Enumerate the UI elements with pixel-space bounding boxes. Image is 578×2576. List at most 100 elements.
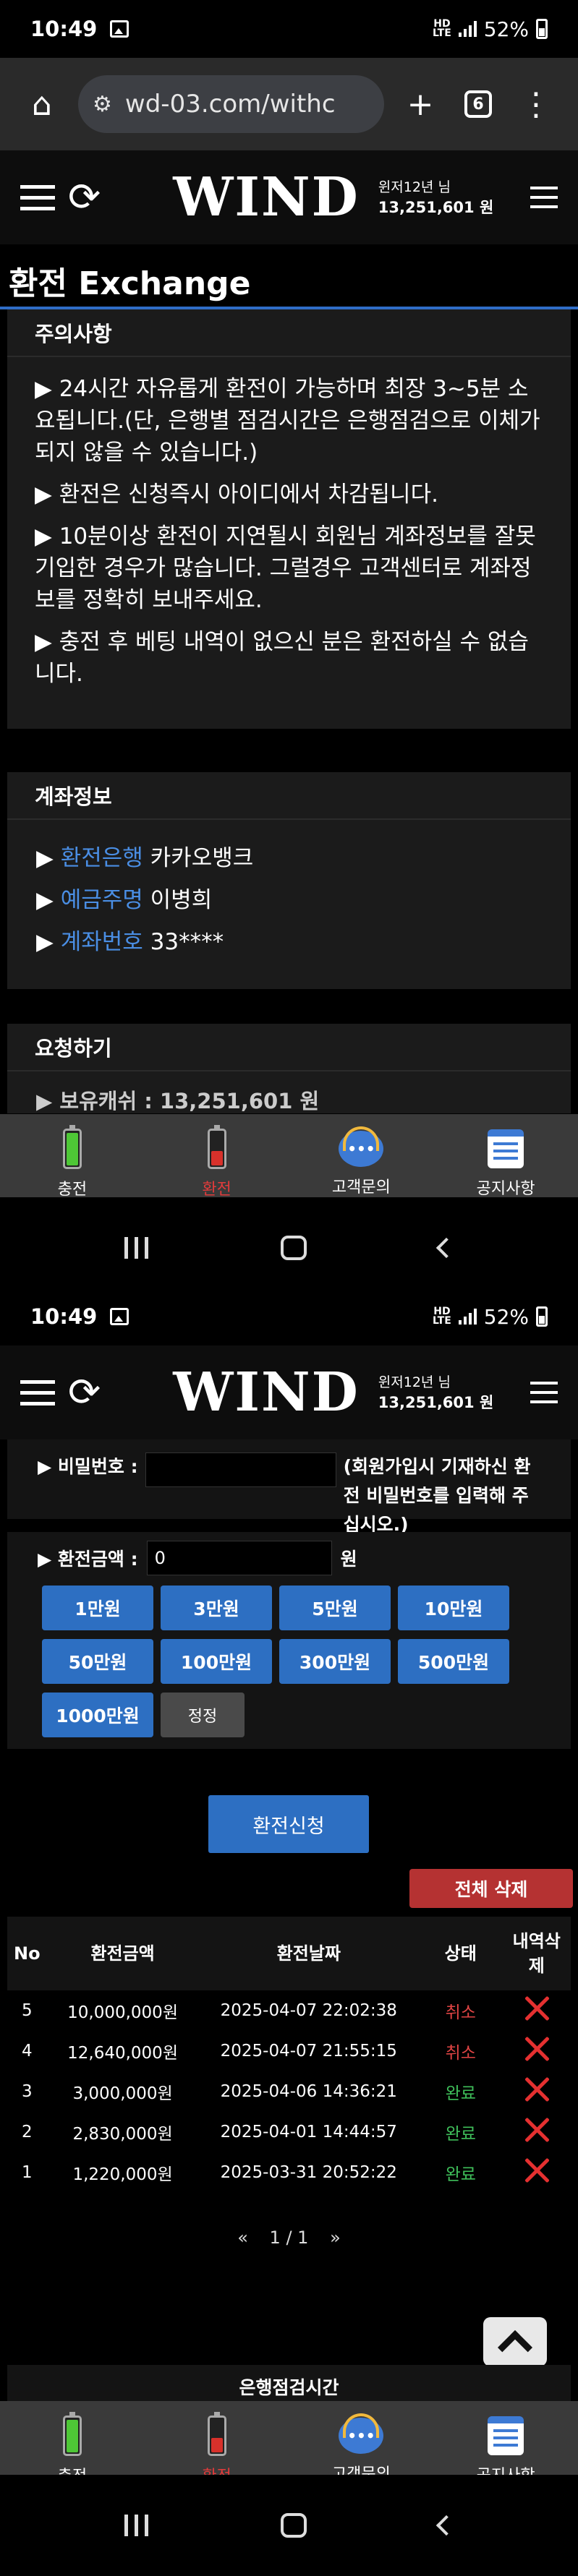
battery-percent: 52% — [483, 17, 529, 41]
password-input[interactable] — [145, 1452, 336, 1487]
holder-label: 예금주명 — [60, 887, 143, 913]
amount-10man-button[interactable]: 10만원 — [398, 1586, 509, 1630]
row-amount: 12,640,000원 — [67, 2044, 178, 2063]
full-battery-icon — [62, 2412, 82, 2456]
signal-icon — [458, 1309, 477, 1325]
url-text: wd-03.com/withc — [124, 90, 336, 119]
home-nav-icon[interactable] — [280, 1236, 307, 1260]
amount-5man-button[interactable]: 5만원 — [279, 1586, 391, 1630]
amount-300man-button[interactable]: 300만원 — [279, 1639, 391, 1684]
site-settings-icon[interactable]: ⚙ — [93, 92, 112, 117]
row-date: 2025-03-31 20:52:22 — [220, 2163, 397, 2182]
col-delete: 내역삭제 — [502, 1917, 571, 1990]
support-chat-icon: ••• — [339, 2413, 384, 2454]
notice-body: ▶ 24시간 자유롭게 환전이 가능하며 최장 3~5분 소요됩니다.(단, 은… — [7, 357, 571, 716]
table-row: 3 3,000,000원 2025-04-06 14:36:21 완료 — [7, 2071, 571, 2112]
notice-item: ▶ 10분이상 환전이 지연될시 회원님 계좌정보를 잘못 기입한 경우가 많습… — [35, 523, 536, 613]
amount-section: ▶ 환전금액 : 원 1만원 3만원 5만원 10만원 50만원 100만원 3… — [7, 1532, 571, 1749]
site-header: ⟳ WIND 윈저12년 님 13,251,601 원 — [0, 150, 578, 244]
amount-50man-button[interactable]: 50만원 — [42, 1639, 153, 1684]
next-page-button[interactable]: » — [330, 2228, 341, 2248]
table-row: 2 2,830,000원 2025-04-01 14:44:57 완료 — [7, 2112, 571, 2152]
page-title: 환전 Exchange — [0, 244, 578, 309]
more-menu-icon[interactable]: ⋮ — [514, 82, 558, 126]
battery-icon — [536, 1306, 548, 1327]
row-delete-cell — [502, 2071, 571, 2112]
network-type: HD LTE — [433, 18, 451, 39]
amount-1000man-button[interactable]: 1000만원 — [42, 1693, 153, 1737]
delete-row-icon[interactable] — [524, 1995, 550, 2021]
tab-notice-label: 공지사항 — [476, 1180, 535, 1198]
side-menu-icon[interactable] — [530, 187, 558, 208]
recent-apps-icon[interactable] — [124, 1237, 148, 1259]
address-bar[interactable]: ⚙ wd-03.com/withc — [78, 75, 384, 133]
amount-500man-button[interactable]: 500만원 — [398, 1639, 509, 1684]
home-icon[interactable]: ⌂ — [20, 82, 64, 126]
site-header: ⟳ WIND 윈저12년 님 13,251,601 원 — [0, 1345, 578, 1439]
notice-item: ▶ 충전 후 베팅 내역이 없으신 분은 환전하실 수 없습니다. — [35, 629, 529, 687]
row-delete-cell — [502, 2112, 571, 2152]
amount-1man-button[interactable]: 1만원 — [42, 1586, 153, 1630]
password-hint: (회원가입시 기재하신 환전 비밀번호를 입력해 주십시오.) — [343, 1456, 531, 1535]
delete-all-button[interactable]: 전체 삭제 — [409, 1869, 573, 1908]
row-status: 취소 — [445, 2003, 476, 2022]
account-heading: 계좌정보 — [7, 772, 571, 820]
row-delete-cell — [502, 2031, 571, 2071]
tab-withdraw-label: 환전 — [202, 1181, 231, 1199]
screenshot-bottom: 10:49 HD LTE 52% ⟳ WIND 윈저12년 님 13,251,60… — [0, 1288, 578, 2576]
delete-row-icon[interactable] — [524, 2036, 550, 2062]
history-table: No 환전금액 환전날짜 상태 내역삭제 5 10,000,000원 2025-… — [7, 1917, 571, 2193]
row-amount: 3,000,000원 — [72, 2084, 173, 2103]
row-amount: 1,220,000원 — [72, 2165, 173, 2184]
scroll-to-top-button[interactable] — [483, 2317, 547, 2366]
password-section: ▶ 비밀번호 : (회원가입시 기재하신 환전 비밀번호를 입력해 주십시오.) — [7, 1439, 571, 1535]
notice-item: ▶ 환전은 신청즉시 아이디에서 차감됩니다. — [35, 482, 438, 508]
tab-switcher-button[interactable]: 6 — [456, 82, 500, 126]
android-nav-bar — [0, 2475, 578, 2576]
low-battery-icon — [207, 1125, 226, 1169]
account-number-row: ▶ 계좌번호 33**** — [36, 929, 224, 955]
row-status: 완료 — [445, 2165, 476, 2184]
side-menu-icon[interactable] — [530, 1382, 558, 1403]
amount-input[interactable] — [146, 1541, 332, 1575]
hamburger-menu-icon[interactable] — [20, 1379, 55, 1405]
tab-support-label: 고객문의 — [331, 1178, 391, 1197]
back-nav-icon[interactable] — [436, 1237, 457, 1259]
signal-icon — [458, 21, 477, 37]
delete-row-icon[interactable] — [524, 2076, 550, 2102]
amount-3man-button[interactable]: 3만원 — [161, 1586, 272, 1630]
site-logo[interactable]: WIND — [173, 166, 360, 228]
refresh-icon[interactable]: ⟳ — [68, 1373, 101, 1412]
reset-amount-button[interactable]: 정정 — [161, 1693, 245, 1737]
status-bar: 10:49 HD LTE 52% — [0, 1288, 578, 1345]
new-tab-icon[interactable]: + — [399, 82, 442, 126]
back-nav-icon[interactable] — [436, 2515, 457, 2536]
notice-item: ▶ 24시간 자유롭게 환전이 가능하며 최장 3~5분 소요됩니다.(단, 은… — [35, 376, 540, 466]
amount-100man-button[interactable]: 100만원 — [161, 1639, 272, 1684]
holder-row: ▶ 예금주명 이병희 — [36, 887, 213, 913]
delete-row-icon[interactable] — [524, 2157, 550, 2183]
account-number-value: 33**** — [150, 929, 224, 955]
request-panel: 요청하기 ▶ 보유캐쉬 : 13,251,601 원 — [7, 1024, 571, 1113]
network-type: HD LTE — [433, 1306, 451, 1327]
hamburger-menu-icon[interactable] — [20, 184, 55, 210]
row-status: 완료 — [445, 2125, 476, 2144]
amount-unit: 원 — [340, 1549, 357, 1570]
bank-value: 카카오뱅크 — [150, 845, 254, 871]
status-time: 10:49 — [30, 17, 98, 41]
delete-row-icon[interactable] — [524, 2117, 550, 2143]
full-battery-icon — [62, 1125, 82, 1169]
recent-apps-icon[interactable] — [124, 2515, 148, 2536]
image-notification-icon — [110, 20, 129, 38]
account-body: ▶ 환전은행 카카오뱅크 ▶ 예금주명 이병희 ▶ 계좌번호 33**** — [7, 820, 571, 980]
account-panel: 계좌정보 ▶ 환전은행 카카오뱅크 ▶ 예금주명 이병희 ▶ 계좌번호 33**… — [7, 772, 571, 989]
submit-withdraw-button[interactable]: 환전신청 — [208, 1795, 369, 1853]
site-logo[interactable]: WIND — [173, 1361, 360, 1424]
bank-label: 환전은행 — [60, 845, 143, 871]
amount-label: ▶ 환전금액 : — [38, 1549, 138, 1570]
home-nav-icon[interactable] — [280, 2513, 307, 2538]
refresh-icon[interactable]: ⟳ — [68, 178, 101, 217]
page-indicator: 1 / 1 — [269, 2228, 309, 2248]
prev-page-button[interactable]: « — [237, 2228, 248, 2248]
status-time: 10:49 — [30, 1304, 98, 1329]
